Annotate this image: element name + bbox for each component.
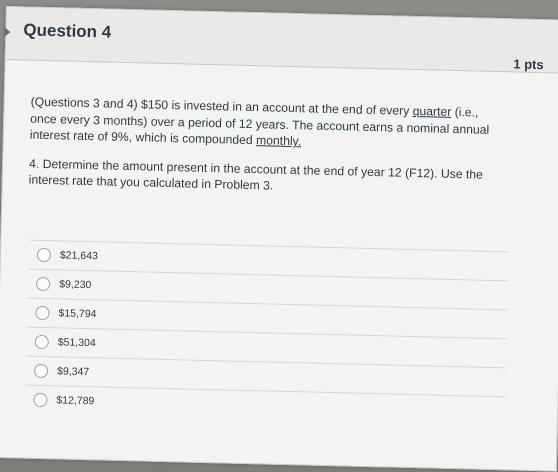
answer-label: $9,230 [59,278,92,292]
answer-label: $12,789 [56,394,95,408]
answer-label: $51,304 [57,336,96,350]
photo-background: Question 4 1 pts (Questions 3 and 4) $15… [0,0,558,472]
answer-label: $9,347 [56,365,90,379]
question-paragraph-2: 4. Determine the amount present in the a… [29,155,520,200]
answer-list: $21,643 $9,230 $15,794 $51,304 $9,347 $1… [25,239,510,426]
question-text: (Questions 3 and 4) $150 is invested in … [29,94,521,200]
radio-button[interactable] [34,334,49,350]
para1-line1-tail: (i.e., [451,104,479,120]
underlined-monthly: monthly. [255,133,302,149]
answer-label: $21,643 [59,249,99,263]
question-title: Question 4 [23,20,112,42]
radio-button[interactable] [36,247,52,263]
question-paragraph-1: (Questions 3 and 4) $150 is invested in … [30,94,521,155]
radio-button[interactable] [36,276,51,292]
radio-button[interactable] [35,305,50,321]
radio-button[interactable] [33,392,48,408]
question-points: 1 pts [513,56,544,73]
underlined-quarter: quarter [412,103,452,119]
question-card: Question 4 1 pts (Questions 3 and 4) $15… [0,6,558,472]
radio-button[interactable] [33,363,49,379]
answer-label: $15,794 [58,307,97,321]
question-header: Question 4 1 pts [4,7,558,74]
para1-line3-text: interest rate of 9%, which is compounded [29,127,257,148]
collapse-arrow-icon[interactable] [4,26,11,38]
